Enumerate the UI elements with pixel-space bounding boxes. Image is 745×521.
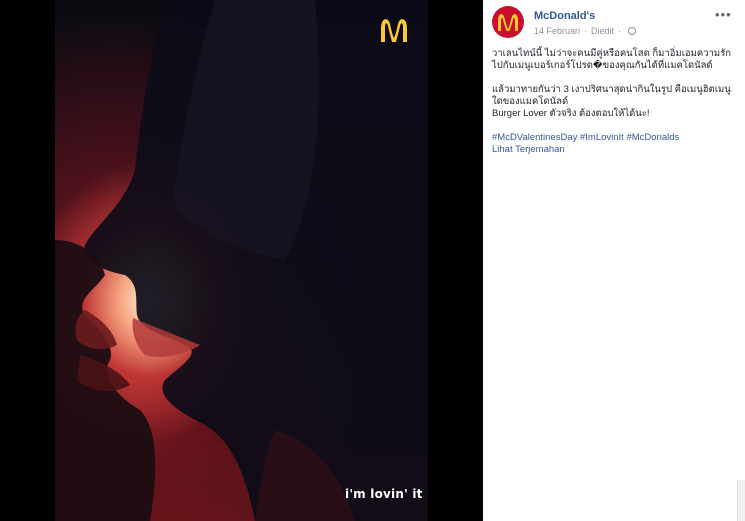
mcdonalds-logo-icon (498, 14, 518, 31)
photo-silhouettes (55, 0, 428, 521)
post-photo[interactable]: i'm lovin' it (55, 0, 428, 521)
globe-icon[interactable] (628, 27, 637, 35)
caption-line: แล้วมาทายกันว่า 3 เงาปริศนาสุดน่ากินในรู… (492, 84, 731, 95)
slogan-text: i'm lovin' it (345, 487, 423, 501)
scrollbar[interactable] (737, 480, 745, 521)
mcdonalds-golden-arches-icon (379, 16, 409, 42)
page-name-link[interactable]: McDonald's (534, 10, 595, 22)
post-panel: McDonald's 14 Februari · Diedit · ••• วาเลน… (483, 0, 745, 521)
post-date[interactable]: 14 Februari (534, 26, 580, 36)
post-caption: วาเลนไทน์นี้ ไม่ว่าจะคนมีคู่หรือคนโสด ก็… (492, 48, 740, 156)
page-avatar[interactable] (492, 6, 524, 38)
caption-line: ไปกับเมนูเบอร์เกอร์โปรด�ของคุณกันได้ที่แ… (492, 60, 713, 71)
see-translation-link[interactable]: Lihat Terjemahan (492, 144, 740, 156)
hashtag-links[interactable]: #McDValentinesDay #ImLovinIt #McDonalds (492, 132, 740, 144)
caption-line: Burger Lover ตัวจริง ต้องตอบให้ได้นะ! (492, 108, 650, 119)
more-options-icon[interactable]: ••• (715, 7, 732, 22)
caption-line: ใดของแมคโดนัลด์ (492, 96, 569, 107)
caption-line: วาเลนไทน์นี้ ไม่ว่าจะคนมีคู่หรือคนโสด ก็… (492, 48, 732, 59)
post-meta: 14 Februari · Diedit · (534, 26, 637, 36)
photo-viewer: i'm lovin' it (0, 0, 483, 521)
edited-label[interactable]: Diedit (591, 26, 614, 36)
